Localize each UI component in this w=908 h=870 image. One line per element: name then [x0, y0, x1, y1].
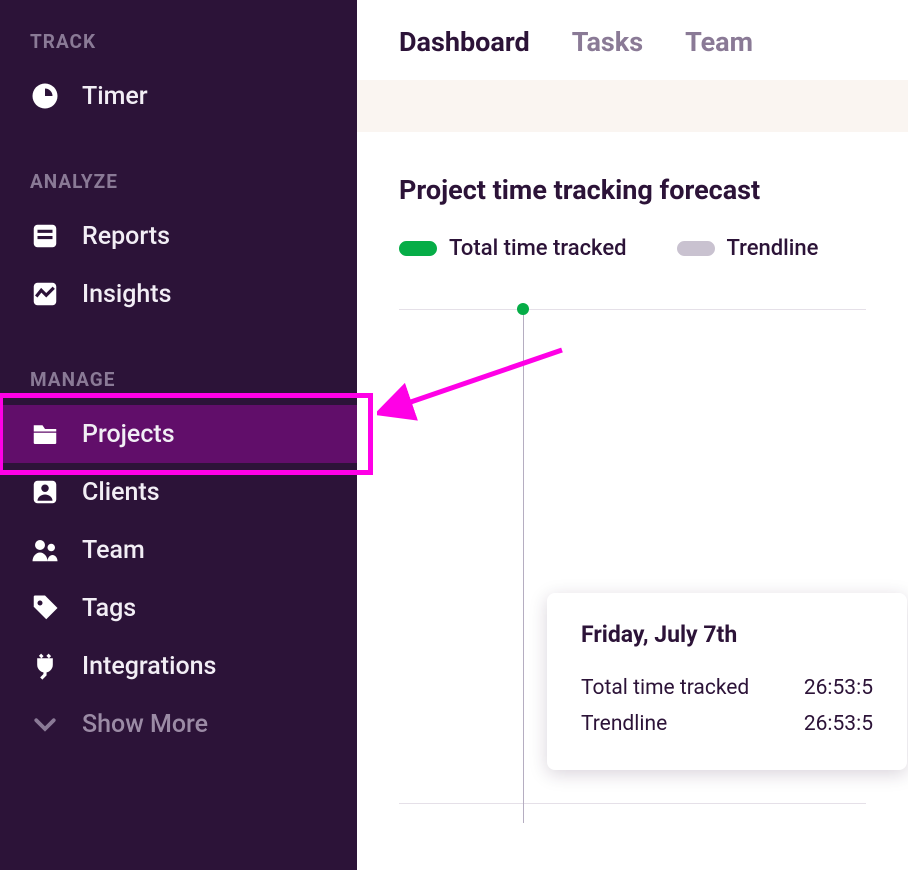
sidebar-item-label: Reports	[82, 222, 170, 251]
tooltip-value: 26:53:5	[804, 676, 873, 700]
tooltip-title: Friday, July 7th	[581, 621, 873, 648]
insights-icon	[30, 279, 60, 309]
chart-data-point[interactable]	[517, 303, 529, 315]
tooltip-row: Trendline 26:53:5	[581, 706, 873, 742]
tab-dashboard[interactable]: Dashboard	[399, 24, 530, 60]
legend-pill-trendline	[677, 241, 715, 256]
tooltip-label: Trendline	[581, 712, 667, 736]
legend-item-total[interactable]: Total time tracked	[399, 236, 627, 261]
sidebar-item-timer[interactable]: Timer	[0, 67, 357, 125]
sidebar-item-label: Insights	[82, 280, 172, 309]
tooltip-row: Total time tracked 26:53:5	[581, 670, 873, 706]
clock-icon	[30, 81, 60, 111]
reports-icon	[30, 221, 60, 251]
plug-icon	[30, 651, 60, 681]
legend-item-trendline[interactable]: Trendline	[677, 236, 819, 261]
sidebar-section-manage: MANAGE	[0, 358, 357, 405]
sidebar-item-label: Projects	[82, 420, 175, 449]
sidebar-item-reports[interactable]: Reports	[0, 207, 357, 265]
tab-bar: Dashboard Tasks Team	[357, 0, 908, 80]
sidebar-item-label: Clients	[82, 478, 160, 507]
main-content: Dashboard Tasks Team Project time tracki…	[357, 0, 908, 870]
sidebar-item-integrations[interactable]: Integrations	[0, 637, 357, 695]
sidebar-item-team[interactable]: Team	[0, 521, 357, 579]
banner-strip	[357, 80, 908, 132]
team-icon	[30, 535, 60, 565]
sidebar-item-label: Tags	[82, 594, 136, 623]
tag-icon	[30, 593, 60, 623]
sidebar-item-label: Team	[82, 536, 145, 565]
sidebar-section-analyze: ANALYZE	[0, 160, 357, 207]
legend-pill-total	[399, 241, 437, 256]
sidebar-item-clients[interactable]: Clients	[0, 463, 357, 521]
tab-team[interactable]: Team	[685, 24, 753, 60]
client-icon	[30, 477, 60, 507]
chart-crosshair	[523, 309, 524, 823]
sidebar: TRACK Timer ANALYZE Reports Insights MAN…	[0, 0, 357, 870]
folder-icon	[30, 419, 60, 449]
chart-canvas: Friday, July 7th Total time tracked 26:5…	[399, 303, 866, 823]
sidebar-item-label: Integrations	[82, 652, 216, 681]
chart-area: Project time tracking forecast Total tim…	[357, 132, 908, 823]
tab-tasks[interactable]: Tasks	[572, 24, 643, 60]
sidebar-item-label: Timer	[82, 82, 148, 111]
sidebar-item-projects[interactable]: Projects	[0, 405, 357, 463]
sidebar-item-insights[interactable]: Insights	[0, 265, 357, 323]
chart-legend: Total time tracked Trendline	[399, 236, 866, 261]
sidebar-item-label: Show More	[82, 710, 208, 739]
sidebar-item-show-more[interactable]: Show More	[0, 695, 357, 753]
sidebar-section-track: TRACK	[0, 20, 357, 67]
tooltip-value: 26:53:5	[804, 712, 873, 736]
tooltip-label: Total time tracked	[581, 676, 749, 700]
sidebar-item-tags[interactable]: Tags	[0, 579, 357, 637]
chart-title: Project time tracking forecast	[399, 174, 866, 206]
legend-label: Total time tracked	[449, 236, 627, 261]
chevron-down-icon	[30, 709, 60, 739]
chart-tooltip: Friday, July 7th Total time tracked 26:5…	[547, 593, 907, 770]
legend-label: Trendline	[727, 236, 819, 261]
